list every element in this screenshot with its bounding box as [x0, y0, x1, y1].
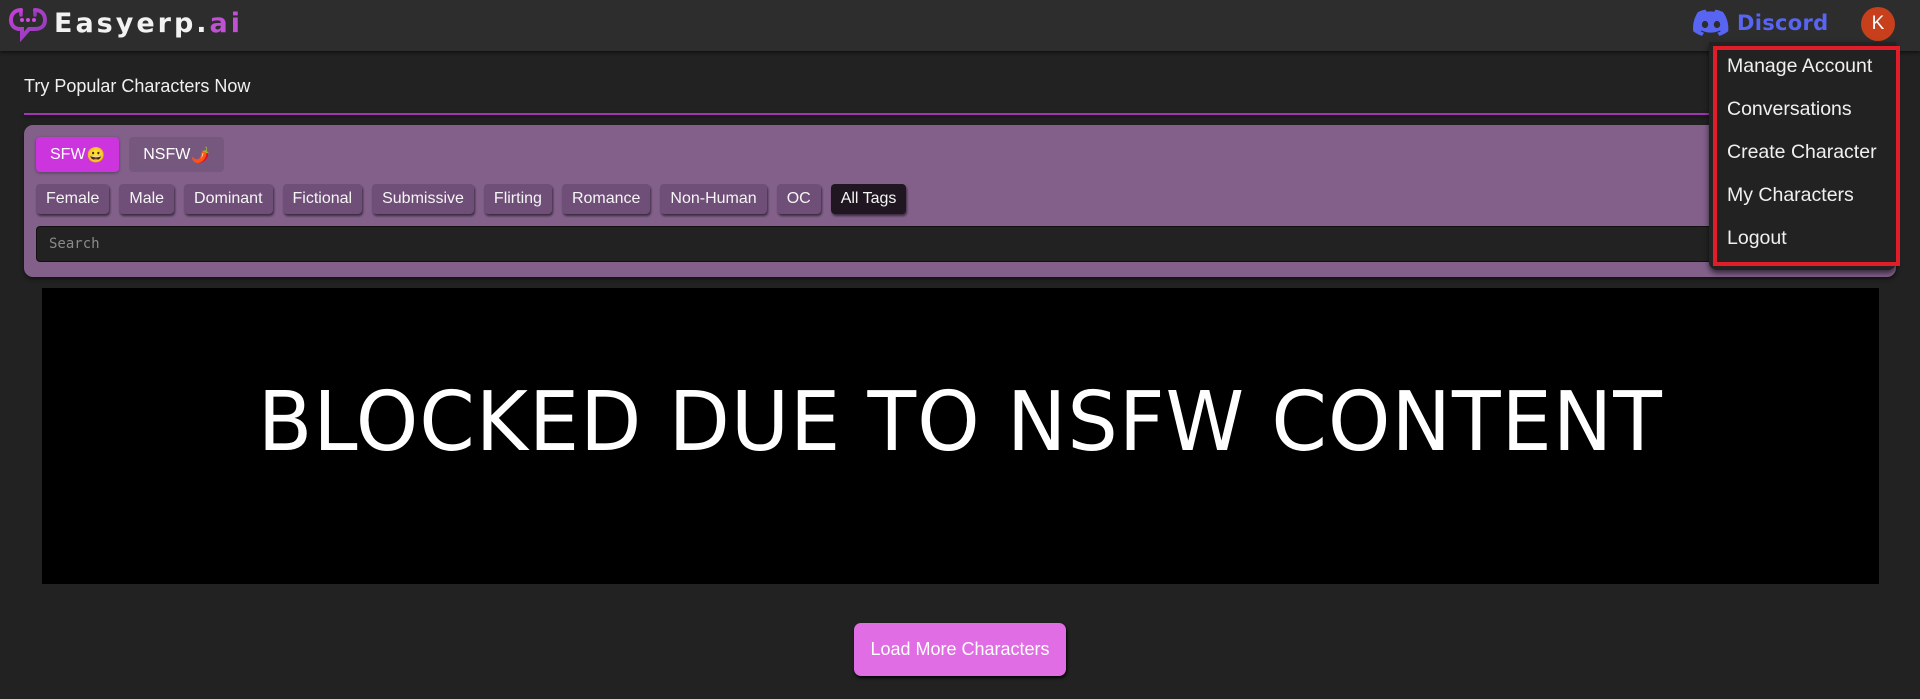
menu-item-create-character[interactable]: Create Character: [1727, 141, 1877, 164]
account-dropdown-menu: Manage Account Conversations Create Char…: [1709, 42, 1900, 270]
section-divider: [24, 113, 1896, 115]
menu-item-my-characters[interactable]: My Characters: [1727, 184, 1854, 207]
brand-name: Easyerp.ai: [54, 7, 244, 39]
sfw-label: SFW: [50, 145, 86, 163]
user-avatar[interactable]: K: [1861, 7, 1895, 41]
menu-item-logout[interactable]: Logout: [1727, 227, 1787, 250]
content-mode-toggle: SFW 😀 NSFW 🌶️: [36, 137, 225, 172]
section-title: Try Popular Characters Now: [24, 76, 251, 96]
tag-non-human[interactable]: Non-Human: [660, 184, 767, 214]
sfw-mode-button[interactable]: SFW 😀: [36, 137, 120, 172]
menu-item-manage-account[interactable]: Manage Account: [1727, 55, 1872, 78]
chat-bubble-logo-icon: [8, 8, 48, 42]
tag-submissive[interactable]: Submissive: [372, 184, 474, 214]
nsfw-mode-button[interactable]: NSFW 🌶️: [129, 137, 225, 172]
blocked-message: BLOCKED DUE TO NSFW CONTENT: [257, 374, 1664, 470]
discord-link[interactable]: Discord: [1693, 9, 1829, 37]
search-input[interactable]: [36, 226, 1884, 262]
filter-panel: SFW 😀 NSFW 🌶️ Female Male Dominant Fiction…: [24, 125, 1896, 277]
top-navbar: Easyerp.ai Discord K: [0, 0, 1920, 51]
tag-flirting[interactable]: Flirting: [483, 184, 552, 214]
tag-oc[interactable]: OC: [776, 184, 821, 214]
tag-fictional[interactable]: Fictional: [282, 184, 363, 214]
discord-icon: [1693, 9, 1729, 36]
brand[interactable]: Easyerp.ai: [8, 4, 243, 42]
tag-female[interactable]: Female: [36, 184, 110, 214]
tag-dominant[interactable]: Dominant: [184, 184, 273, 214]
all-tags-button[interactable]: All Tags: [830, 184, 907, 214]
load-more-characters-button[interactable]: Load More Characters: [854, 623, 1066, 676]
smiley-icon: 😀: [86, 146, 106, 164]
nsfw-label: NSFW: [143, 145, 191, 163]
tag-male[interactable]: Male: [119, 184, 175, 214]
chili-pepper-icon: 🌶️: [191, 146, 211, 164]
tag-list: Female Male Dominant Fictional Submissiv…: [36, 184, 907, 214]
menu-item-conversations[interactable]: Conversations: [1727, 98, 1852, 121]
discord-label: Discord: [1737, 11, 1829, 35]
tag-romance[interactable]: Romance: [561, 184, 651, 214]
blocked-content-banner: BLOCKED DUE TO NSFW CONTENT: [42, 288, 1879, 584]
